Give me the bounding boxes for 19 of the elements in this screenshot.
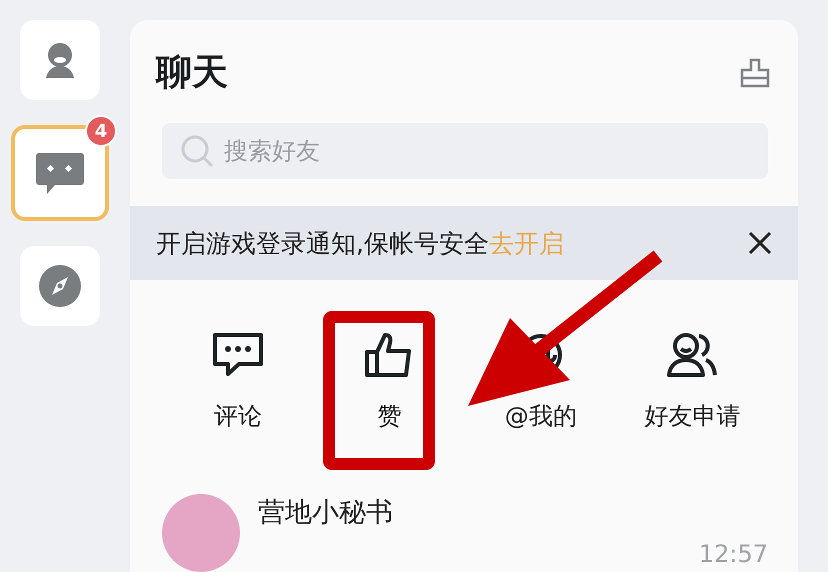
shortcut-button[interactable]: 赞	[314, 332, 465, 432]
sidebar-tab[interactable]	[11, 125, 109, 221]
shortcut-button[interactable]: 评论	[162, 332, 314, 432]
panel-title: 聊天	[156, 51, 228, 95]
chat-time: 12:57	[698, 540, 768, 568]
sidebar-tab[interactable]	[20, 20, 100, 100]
comment-icon	[212, 332, 264, 378]
shortcut-button[interactable]: 好友申请	[616, 332, 768, 432]
sidebar-tab[interactable]	[20, 246, 100, 326]
search-placeholder: 搜索好友	[224, 136, 320, 167]
friends-icon	[666, 332, 718, 378]
chat-bubble-icon	[35, 151, 85, 195]
compass-icon	[38, 264, 82, 308]
banner-text: 开启游戏登录通知,保帐号安全去开启	[156, 228, 564, 260]
search-icon	[180, 134, 214, 168]
close-button[interactable]	[748, 231, 772, 255]
chat-name: 营地小秘书	[258, 496, 394, 530]
unread-badge: 4	[85, 115, 117, 147]
close-icon	[748, 231, 772, 255]
